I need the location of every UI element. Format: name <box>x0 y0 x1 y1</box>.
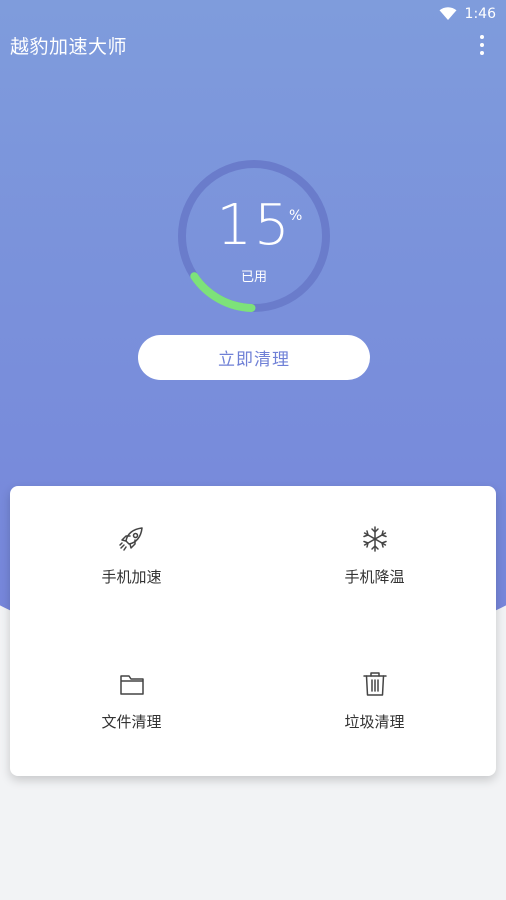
feature-boost-label: 手机加速 <box>101 568 162 586</box>
folder-icon <box>119 675 144 695</box>
status-bar: 1:46 <box>0 0 506 28</box>
memory-used-label: 已用 <box>240 270 267 285</box>
trash-icon <box>362 672 387 696</box>
feature-cool[interactable]: 手机降温 <box>253 486 496 631</box>
rocket-icon <box>118 527 143 551</box>
app-screen: 1:46 越豹加速大师 15 % 已用 立即清理 手机加速 手机降温 文件清理 … <box>0 0 506 900</box>
feature-junk-clean-label: 垃圾清理 <box>344 713 405 731</box>
feature-cool-label: 手机降温 <box>344 568 405 586</box>
snowflake-icon <box>362 526 387 552</box>
status-time: 1:46 <box>464 6 496 22</box>
feature-file-clean[interactable]: 文件清理 <box>10 631 253 776</box>
wifi-icon <box>439 7 457 20</box>
app-bar: 越豹加速大师 <box>0 28 506 62</box>
app-title: 越豹加速大师 <box>10 35 128 58</box>
memory-gauge: 15 % 已用 <box>176 158 332 314</box>
clean-now-button[interactable]: 立即清理 <box>138 335 370 380</box>
feature-junk-clean[interactable]: 垃圾清理 <box>253 631 496 776</box>
feature-boost[interactable]: 手机加速 <box>10 486 253 631</box>
percent-sign: % <box>289 208 303 224</box>
feature-file-clean-label: 文件清理 <box>101 713 162 731</box>
memory-percent: 15 <box>216 193 292 258</box>
feature-card: 手机加速 手机降温 文件清理 垃圾清理 <box>10 486 496 776</box>
more-vert-icon[interactable] <box>472 30 492 60</box>
